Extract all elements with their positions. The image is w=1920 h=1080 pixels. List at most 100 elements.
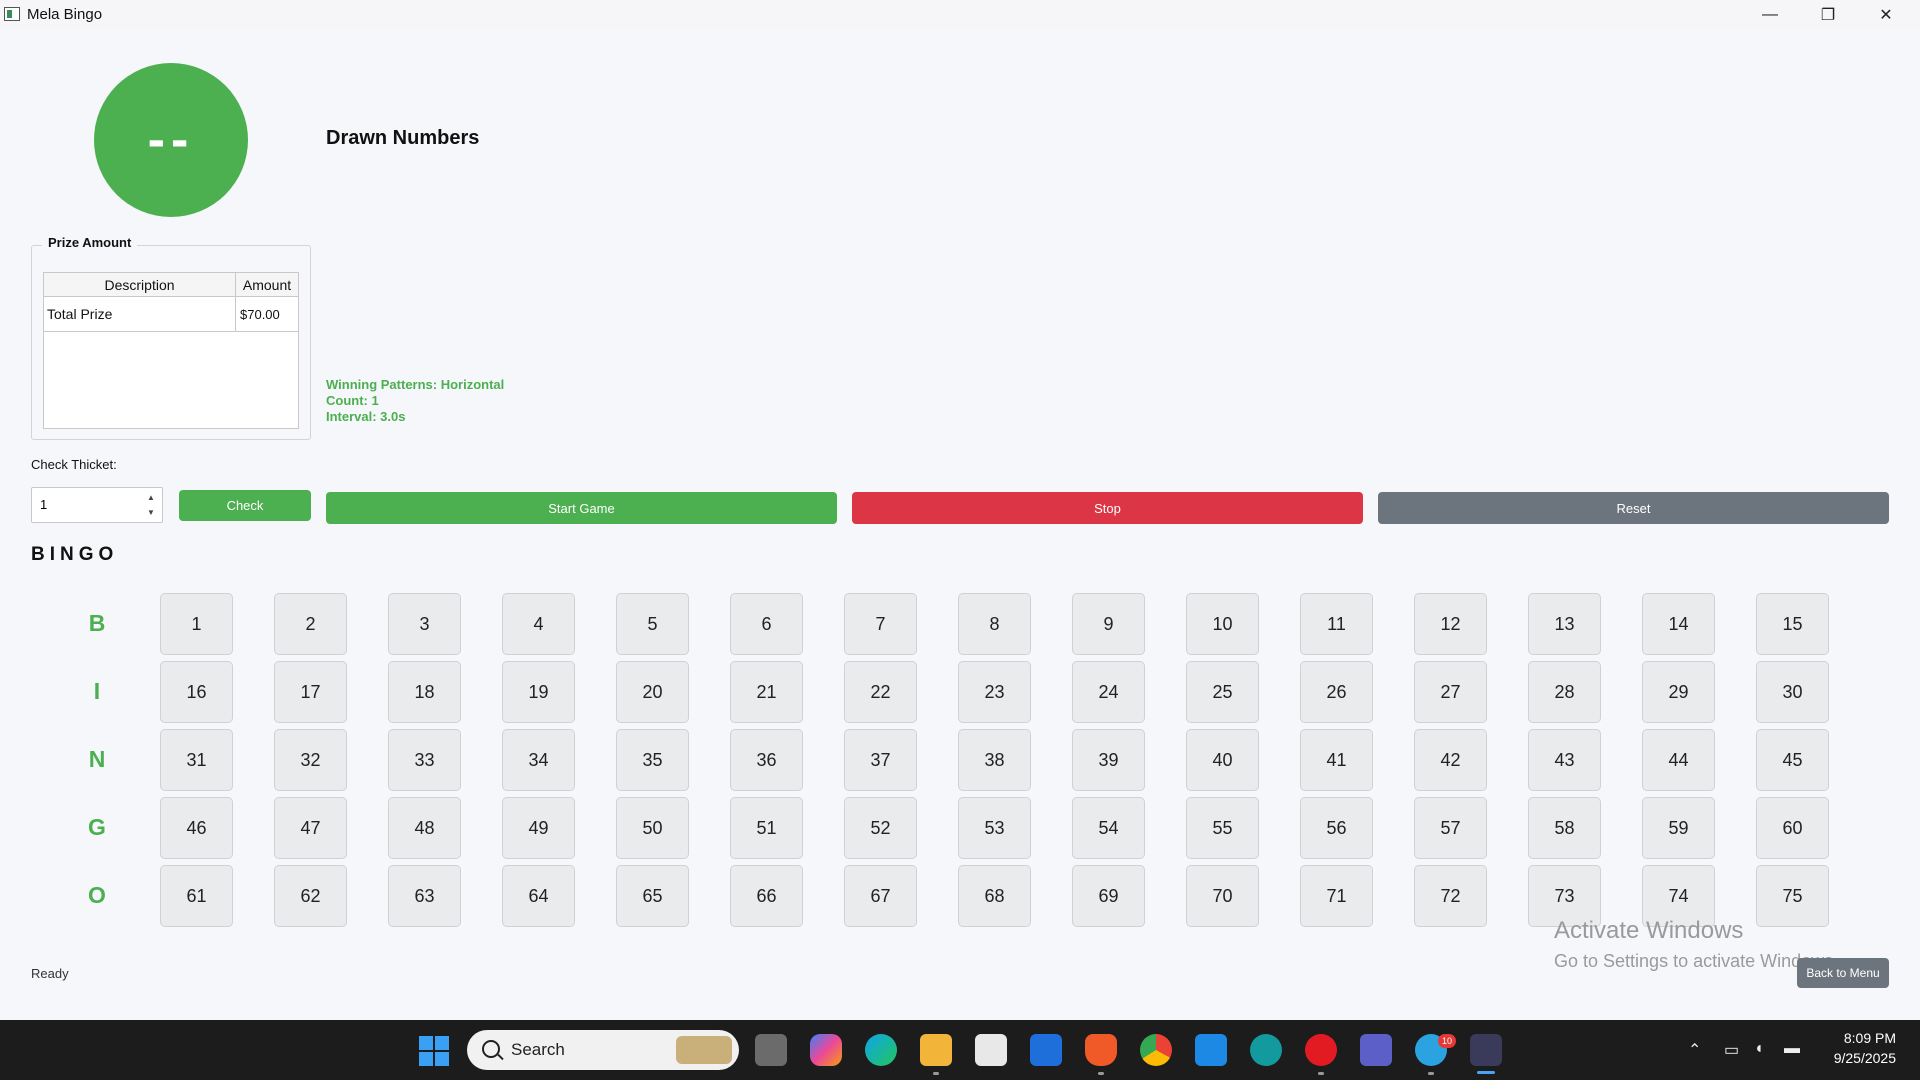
task-view-icon[interactable] [755, 1034, 787, 1066]
opera-icon[interactable] [1305, 1034, 1337, 1066]
outlook-icon[interactable] [1030, 1034, 1062, 1066]
vscode-icon[interactable] [1195, 1034, 1227, 1066]
clock-date[interactable]: 9/25/2025 [1800, 1050, 1896, 1066]
number-cell[interactable]: 69 [1072, 865, 1145, 927]
number-cell[interactable]: 38 [958, 729, 1031, 791]
battery-icon[interactable]: ▬ [1784, 1040, 1800, 1058]
number-cell[interactable]: 3 [388, 593, 461, 655]
number-cell[interactable]: 70 [1186, 865, 1259, 927]
number-cell[interactable]: 65 [616, 865, 689, 927]
chrome-icon[interactable] [1140, 1034, 1172, 1066]
edge-icon[interactable] [865, 1034, 897, 1066]
number-cell[interactable]: 5 [616, 593, 689, 655]
number-cell[interactable]: 14 [1642, 593, 1715, 655]
arduino-icon[interactable] [1250, 1034, 1282, 1066]
number-cell[interactable]: 8 [958, 593, 1031, 655]
number-cell[interactable]: 11 [1300, 593, 1373, 655]
number-cell[interactable]: 22 [844, 661, 917, 723]
stepper-up-icon[interactable]: ▲ [144, 491, 158, 505]
number-cell[interactable]: 63 [388, 865, 461, 927]
ticket-number-input[interactable] [40, 497, 140, 512]
number-cell[interactable]: 64 [502, 865, 575, 927]
number-cell[interactable]: 54 [1072, 797, 1145, 859]
number-cell[interactable]: 31 [160, 729, 233, 791]
number-cell[interactable]: 20 [616, 661, 689, 723]
number-cell[interactable]: 55 [1186, 797, 1259, 859]
volume-icon[interactable]: ◖ [1754, 1040, 1764, 1058]
number-cell[interactable]: 35 [616, 729, 689, 791]
microsoft-store-icon[interactable] [975, 1034, 1007, 1066]
number-cell[interactable]: 23 [958, 661, 1031, 723]
mela-bingo-app-icon[interactable] [1470, 1034, 1502, 1066]
number-cell[interactable]: 24 [1072, 661, 1145, 723]
reset-button[interactable]: Reset [1378, 492, 1889, 524]
number-cell[interactable]: 44 [1642, 729, 1715, 791]
number-cell[interactable]: 68 [958, 865, 1031, 927]
show-hidden-icons-icon[interactable]: ⌃ [1688, 1040, 1701, 1060]
number-cell[interactable]: 9 [1072, 593, 1145, 655]
table-row[interactable]: Total Prize $70.00 [44, 297, 298, 332]
number-cell[interactable]: 47 [274, 797, 347, 859]
number-cell[interactable]: 28 [1528, 661, 1601, 723]
network-icon[interactable]: ▭ [1724, 1040, 1739, 1060]
stepper-down-icon[interactable]: ▼ [144, 506, 158, 520]
number-cell[interactable]: 19 [502, 661, 575, 723]
number-cell[interactable]: 45 [1756, 729, 1829, 791]
number-cell[interactable]: 21 [730, 661, 803, 723]
check-button[interactable]: Check [179, 490, 311, 521]
number-cell[interactable]: 48 [388, 797, 461, 859]
start-game-button[interactable]: Start Game [326, 492, 837, 524]
number-cell[interactable]: 15 [1756, 593, 1829, 655]
number-cell[interactable]: 60 [1756, 797, 1829, 859]
number-cell[interactable]: 59 [1642, 797, 1715, 859]
ticket-number-stepper[interactable]: ▲ ▼ [31, 487, 163, 523]
number-cell[interactable]: 56 [1300, 797, 1373, 859]
windows-start-icon[interactable] [419, 1036, 449, 1066]
number-cell[interactable]: 42 [1414, 729, 1487, 791]
number-cell[interactable]: 33 [388, 729, 461, 791]
number-cell[interactable]: 4 [502, 593, 575, 655]
number-cell[interactable]: 36 [730, 729, 803, 791]
stop-button[interactable]: Stop [852, 492, 1363, 524]
clock-time[interactable]: 8:09 PM [1800, 1030, 1896, 1046]
number-cell[interactable]: 7 [844, 593, 917, 655]
number-cell[interactable]: 34 [502, 729, 575, 791]
number-cell[interactable]: 58 [1528, 797, 1601, 859]
number-cell[interactable]: 17 [274, 661, 347, 723]
number-cell[interactable]: 13 [1528, 593, 1601, 655]
number-cell[interactable]: 18 [388, 661, 461, 723]
number-cell[interactable]: 1 [160, 593, 233, 655]
number-cell[interactable]: 12 [1414, 593, 1487, 655]
number-cell[interactable]: 67 [844, 865, 917, 927]
number-cell[interactable]: 30 [1756, 661, 1829, 723]
column-header-description[interactable]: Description [44, 273, 236, 297]
number-cell[interactable]: 40 [1186, 729, 1259, 791]
number-cell[interactable]: 57 [1414, 797, 1487, 859]
number-cell[interactable]: 32 [274, 729, 347, 791]
number-cell[interactable]: 6 [730, 593, 803, 655]
number-cell[interactable]: 2 [274, 593, 347, 655]
back-to-menu-button[interactable]: Back to Menu [1797, 958, 1889, 988]
teams-icon[interactable] [1360, 1034, 1392, 1066]
minimize-button[interactable]: — [1741, 0, 1799, 29]
number-cell[interactable]: 10 [1186, 593, 1259, 655]
copilot-icon[interactable] [810, 1034, 842, 1066]
number-cell[interactable]: 16 [160, 661, 233, 723]
number-cell[interactable]: 52 [844, 797, 917, 859]
number-cell[interactable]: 61 [160, 865, 233, 927]
number-cell[interactable]: 71 [1300, 865, 1373, 927]
number-cell[interactable]: 75 [1756, 865, 1829, 927]
brave-icon[interactable] [1085, 1034, 1117, 1066]
number-cell[interactable]: 26 [1300, 661, 1373, 723]
number-cell[interactable]: 27 [1414, 661, 1487, 723]
number-cell[interactable]: 49 [502, 797, 575, 859]
number-cell[interactable]: 66 [730, 865, 803, 927]
number-cell[interactable]: 25 [1186, 661, 1259, 723]
number-cell[interactable]: 46 [160, 797, 233, 859]
number-cell[interactable]: 29 [1642, 661, 1715, 723]
number-cell[interactable]: 43 [1528, 729, 1601, 791]
number-cell[interactable]: 50 [616, 797, 689, 859]
number-cell[interactable]: 41 [1300, 729, 1373, 791]
close-button[interactable]: ✕ [1857, 0, 1915, 29]
restore-button[interactable]: ❐ [1799, 0, 1857, 29]
